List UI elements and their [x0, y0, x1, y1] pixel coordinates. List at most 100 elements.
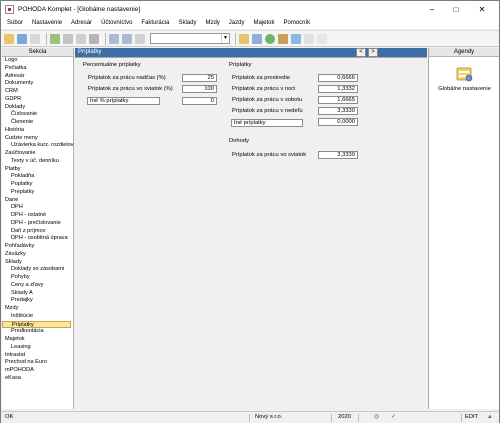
- dohody-holiday-input[interactable]: 3,3330: [318, 151, 358, 159]
- sidebar-item[interactable]: DPH - osobitná úprava: [2, 235, 73, 243]
- sidebar-item[interactable]: Preplatky: [2, 189, 73, 197]
- sidebar-item[interactable]: Daň z príjmov: [2, 228, 73, 236]
- environment-label: Príplatok za prostredie: [232, 75, 290, 81]
- menu-uctovnictvo[interactable]: Účtovníctvo: [101, 20, 132, 26]
- overtime-input[interactable]: 25: [182, 74, 217, 82]
- sort-icon[interactable]: [135, 33, 145, 44]
- night-input[interactable]: 1,3332: [318, 85, 358, 93]
- other-input[interactable]: 0,0000: [318, 118, 358, 126]
- sidebar-item[interactable]: Zaúčtovanie: [2, 150, 73, 158]
- holiday-input[interactable]: 100: [182, 85, 217, 93]
- first-record-icon[interactable]: [109, 33, 119, 44]
- sidebar-item[interactable]: Záväzky: [2, 251, 73, 259]
- sidebar-item[interactable]: Logo: [2, 57, 73, 65]
- edit-icon[interactable]: [76, 33, 86, 44]
- save-icon[interactable]: [17, 33, 27, 44]
- previous-button[interactable]: <: [356, 48, 366, 57]
- settings-icon[interactable]: [317, 33, 327, 44]
- chevron-down-icon[interactable]: ▼: [221, 34, 229, 43]
- menu-pomocnik[interactable]: Pomocník: [284, 20, 311, 26]
- sunday-input[interactable]: 3,3330: [318, 107, 358, 115]
- agendy-item-label[interactable]: Globálne nastavenie: [433, 86, 496, 93]
- sidebar-item[interactable]: Predajky: [2, 297, 73, 305]
- sidebar-item[interactable]: Leasing: [2, 344, 73, 352]
- sidebar-item[interactable]: Pohyby: [2, 274, 73, 282]
- open-icon[interactable]: [4, 33, 14, 44]
- sidebar-item[interactable]: Sklady: [2, 259, 73, 267]
- connection-icon: ▲: [487, 414, 493, 420]
- other-label-input[interactable]: Iné príplatky: [231, 119, 303, 127]
- sidebar-item[interactable]: Dokumenty: [2, 80, 73, 88]
- menu-nastavenie[interactable]: Nastavenie: [32, 20, 62, 26]
- new-record-icon[interactable]: [50, 33, 60, 44]
- sidebar-item[interactable]: Prechod na Euro: [2, 359, 73, 367]
- sidebar-item[interactable]: DPH - prečíslovanie: [2, 220, 73, 228]
- other-percent-label-input[interactable]: Iné % príplatky: [87, 97, 160, 105]
- environment-input[interactable]: 0,6666: [318, 74, 358, 82]
- menu-adresar[interactable]: Adresár: [71, 20, 92, 26]
- sidebar-item[interactable]: DPH - ostatné: [2, 212, 73, 220]
- menu-mzdy[interactable]: Mzdy: [205, 20, 219, 26]
- toolbar-combo[interactable]: ▼: [150, 33, 230, 44]
- web-icon[interactable]: [291, 33, 301, 44]
- saturday-input[interactable]: 1,6665: [318, 96, 358, 104]
- sidebar-item[interactable]: Uzávierka kurz. rozdielov: [2, 142, 74, 150]
- maximize-button[interactable]: □: [445, 1, 467, 17]
- window-title: POHODA Komplet - [Globálne nastavenie]: [18, 5, 141, 13]
- sidebar-item[interactable]: Ceny a zľavy: [2, 282, 73, 290]
- sidebar-item[interactable]: Inštitúcie: [2, 313, 73, 321]
- percent-section-title: Percentuálne príplatky: [83, 62, 141, 68]
- menu-jazdy[interactable]: Jazdy: [229, 20, 245, 26]
- sidebar-item[interactable]: Príplatky: [2, 320, 71, 329]
- sidebar-item[interactable]: Doklady so zásobami: [2, 266, 73, 274]
- menu-subor[interactable]: Súbor: [7, 20, 23, 26]
- sidebar-item[interactable]: eKasa: [2, 375, 73, 383]
- minimize-button[interactable]: –: [421, 1, 443, 17]
- print-icon[interactable]: [30, 33, 40, 44]
- sidebar-item[interactable]: Cudzie meny: [2, 135, 73, 143]
- sidebar-item[interactable]: Adresár: [2, 73, 73, 81]
- sidebar-item[interactable]: Sklady A: [2, 290, 73, 298]
- global-settings-icon[interactable]: [455, 65, 473, 83]
- saturday-label: Príplatok za prácu v sobotu: [232, 97, 303, 103]
- delete-icon[interactable]: [89, 33, 99, 44]
- sidebar-item[interactable]: História: [2, 127, 73, 135]
- folder-icon[interactable]: [239, 33, 249, 44]
- filter-icon[interactable]: [278, 33, 288, 44]
- toolbar-separator: [46, 32, 47, 45]
- night-label: Príplatok za prácu v noci: [232, 86, 296, 92]
- sidebar-item[interactable]: Texty v úč. denníku: [2, 158, 73, 166]
- toolbar: ▼: [1, 30, 499, 47]
- close-button[interactable]: ✕: [471, 1, 493, 17]
- sidebar-item[interactable]: Platby: [2, 166, 73, 174]
- refresh-icon[interactable]: [265, 33, 275, 44]
- sidebar-item[interactable]: GDPR: [2, 96, 73, 104]
- sidebar-item[interactable]: Majetok: [2, 336, 73, 344]
- sidebar-item[interactable]: Pečiatka: [2, 65, 73, 73]
- sidebar-item[interactable]: DPH: [2, 204, 73, 212]
- sidebar-item[interactable]: mPOHODA: [2, 367, 73, 375]
- find-icon[interactable]: [252, 33, 262, 44]
- sidebar-item[interactable]: Poplatky: [2, 181, 73, 189]
- sidebar-item[interactable]: Pohľadávky: [2, 243, 73, 251]
- sidebar-item[interactable]: CRM: [2, 88, 73, 96]
- section-sidebar: Sekcia Logo Pečiatka Adresár Dokumenty CRM GD…: [2, 48, 74, 409]
- sidebar-item[interactable]: Predkontácia: [2, 328, 73, 336]
- next-button[interactable]: >: [368, 48, 378, 57]
- menu-majetok[interactable]: Majetok: [253, 20, 274, 26]
- main-panel: Príplatky < > Percentuálne príplatky Prí…: [75, 48, 427, 409]
- copy-icon[interactable]: [63, 33, 73, 44]
- sidebar-item[interactable]: Členenie: [2, 119, 73, 127]
- menu-sklady[interactable]: Sklady: [178, 20, 196, 26]
- sidebar-item[interactable]: Číslovanie: [2, 111, 73, 119]
- export-icon[interactable]: [304, 33, 314, 44]
- mode-indicator: EDIT: [465, 414, 479, 420]
- sidebar-item[interactable]: Pokladňa: [2, 173, 73, 181]
- toolbar-separator: [235, 32, 236, 45]
- last-record-icon[interactable]: [122, 33, 132, 44]
- sidebar-item[interactable]: Dane: [2, 197, 73, 205]
- other-percent-input[interactable]: 0: [182, 97, 217, 105]
- sidebar-item[interactable]: Mzdy: [2, 305, 73, 313]
- sidebar-item[interactable]: Intrastat: [2, 352, 73, 360]
- menu-fakturacia[interactable]: Fakturácia: [141, 20, 169, 26]
